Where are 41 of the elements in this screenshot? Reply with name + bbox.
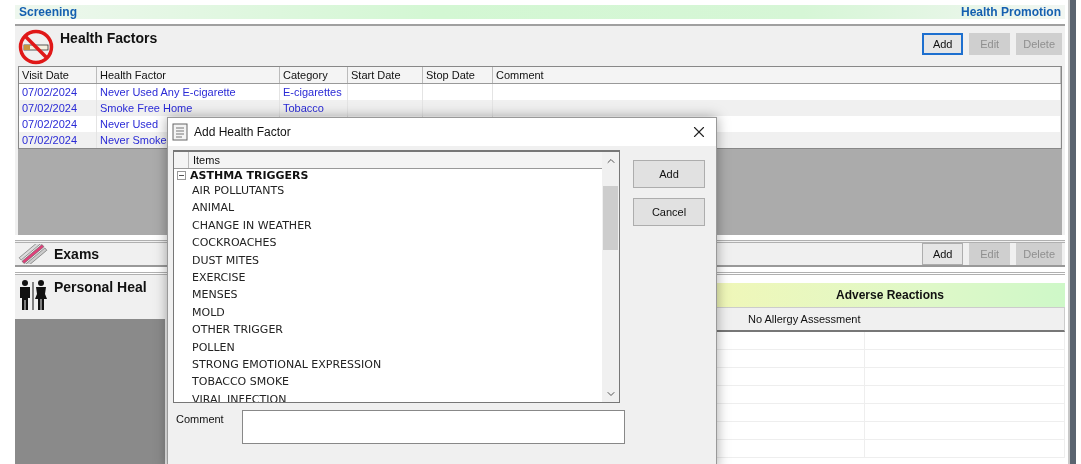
scroll-thumb[interactable] xyxy=(603,186,618,250)
column-header[interactable]: Category xyxy=(280,67,348,83)
panel-title: Health Factors xyxy=(60,30,158,46)
tree-item[interactable]: MOLD xyxy=(174,303,602,322)
column-header[interactable]: Start Date xyxy=(348,67,423,83)
action-button[interactable]: Add xyxy=(922,33,964,55)
tree-item[interactable]: COCKROACHES xyxy=(174,234,602,252)
column-header[interactable]: Items xyxy=(189,152,220,168)
tree-item[interactable]: ANIMAL xyxy=(174,199,602,217)
tree-item[interactable]: POLLEN xyxy=(174,338,602,357)
collapse-icon[interactable] xyxy=(177,171,186,180)
tree-item[interactable]: TOBACCO SMOKE xyxy=(174,373,602,391)
tree-item[interactable]: STRONG EMOTIONAL EXPRESSION xyxy=(174,356,602,374)
tree-item[interactable]: MENSES xyxy=(174,286,602,304)
column-header[interactable]: Visit Date xyxy=(19,67,97,83)
tree-group[interactable]: ASTHMA TRIGGERS xyxy=(190,169,309,182)
tree-item[interactable]: DUST MITES xyxy=(174,251,602,270)
dialog-button[interactable]: Add xyxy=(633,160,705,188)
no-smoking-icon xyxy=(18,29,54,65)
tree-item[interactable]: EXERCISE xyxy=(174,269,602,287)
tree-item[interactable]: CHANGE IN WEATHER xyxy=(174,216,602,235)
column-header[interactable]: Health Factor xyxy=(97,67,280,83)
section-title: Screening xyxy=(19,5,78,19)
scrollbar[interactable] xyxy=(602,152,619,402)
document-icon xyxy=(172,123,188,141)
panel-title: Exams xyxy=(54,246,100,262)
table-cell: 07/02/2024 xyxy=(19,132,97,148)
comment-label: Comment xyxy=(176,413,224,427)
panel-title: Adverse Reactions xyxy=(835,288,944,302)
dialog-button[interactable]: Cancel xyxy=(633,198,705,226)
section-title: Health Promotion xyxy=(961,5,1061,19)
column-header[interactable]: No Allergy Assessment xyxy=(715,307,1065,332)
tree-item[interactable]: OTHER TRIGGER xyxy=(174,321,602,339)
pencils-icon xyxy=(18,244,48,264)
column-header[interactable]: Stop Date xyxy=(423,67,493,83)
action-button[interactable]: Add xyxy=(922,243,964,265)
comment-field[interactable] xyxy=(241,410,625,444)
people-icon xyxy=(18,279,48,311)
column-header[interactable]: Comment xyxy=(493,67,1061,83)
tree-item[interactable]: AIR POLLUTANTS xyxy=(174,182,602,200)
panel-title: Personal Heal xyxy=(54,279,147,295)
